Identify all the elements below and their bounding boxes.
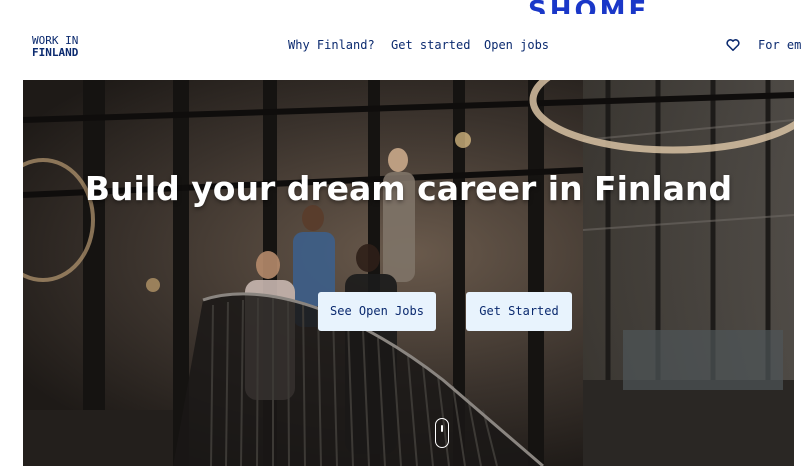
hero-heading: Build your dream career in Finland: [84, 169, 733, 208]
heart-icon[interactable]: [726, 38, 740, 52]
work-in-finland-logo[interactable]: WORK IN FINLAND: [32, 35, 78, 59]
site-header: WORK IN FINLAND Why Finland? Get started…: [0, 0, 804, 80]
hero-section: Build your dream career in Finland See O…: [23, 80, 794, 466]
see-open-jobs-button[interactable]: See Open Jobs: [318, 292, 436, 331]
nav-get-started[interactable]: Get started: [391, 38, 470, 52]
get-started-button[interactable]: Get Started: [466, 292, 572, 331]
nav-for-employers[interactable]: For em: [758, 38, 801, 52]
nav-why-finland[interactable]: Why Finland?: [288, 38, 375, 52]
hero-background-image: [23, 80, 794, 466]
logo-line-2: FINLAND: [32, 46, 79, 59]
nav-open-jobs[interactable]: Open jobs: [484, 38, 549, 52]
scroll-down-icon[interactable]: [435, 418, 449, 448]
